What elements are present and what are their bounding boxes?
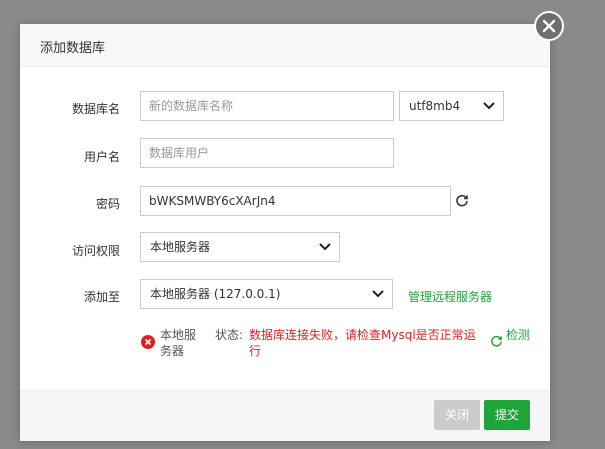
dialog-title: 添加数据库 [40, 41, 106, 56]
username-label: 用户名 [83, 150, 120, 164]
submit-button[interactable]: 提交 [484, 400, 530, 430]
chevron-down-icon [319, 243, 331, 251]
close-icon [542, 19, 556, 33]
chevron-down-icon [372, 290, 384, 298]
error-icon [141, 335, 155, 349]
dialog-header: 添加数据库 [20, 24, 550, 67]
charset-value: utf8mb4 [409, 99, 461, 113]
refresh-icon[interactable] [490, 335, 503, 348]
manage-remote-servers-link[interactable]: 管理远程服务器 [408, 288, 492, 305]
status-state-label: 状态: [215, 328, 244, 342]
add-to-value: 本地服务器 (127.0.0.1) [150, 287, 281, 301]
username-input[interactable] [140, 138, 394, 168]
access-select[interactable]: 本地服务器 [140, 232, 340, 262]
db-name-input[interactable] [140, 91, 394, 121]
status-server: 本地服务器 [160, 328, 197, 358]
check-button[interactable]: 检测 [506, 327, 530, 343]
refresh-icon[interactable] [455, 194, 469, 208]
db-name-label: 数据库名 [71, 102, 120, 116]
add-to-label: 添加至 [83, 290, 120, 304]
status-message: 数据库连接失败，请检查Mysql是否正常运行 [249, 328, 476, 358]
charset-select[interactable]: utf8mb4 [399, 91, 504, 121]
password-label: 密码 [95, 197, 120, 211]
access-label: 访问权限 [71, 244, 120, 258]
add-to-select[interactable]: 本地服务器 (127.0.0.1) [140, 279, 393, 309]
add-database-dialog: 添加数据库 数据库名 utf8mb4 用户名 密码 访问权限 本地服务器 添加至… [20, 24, 550, 441]
password-input[interactable] [140, 186, 451, 216]
close-button[interactable]: 关闭 [434, 400, 480, 430]
chevron-down-icon [483, 102, 495, 110]
dialog-close-button[interactable] [534, 11, 564, 41]
access-value: 本地服务器 [150, 240, 211, 254]
